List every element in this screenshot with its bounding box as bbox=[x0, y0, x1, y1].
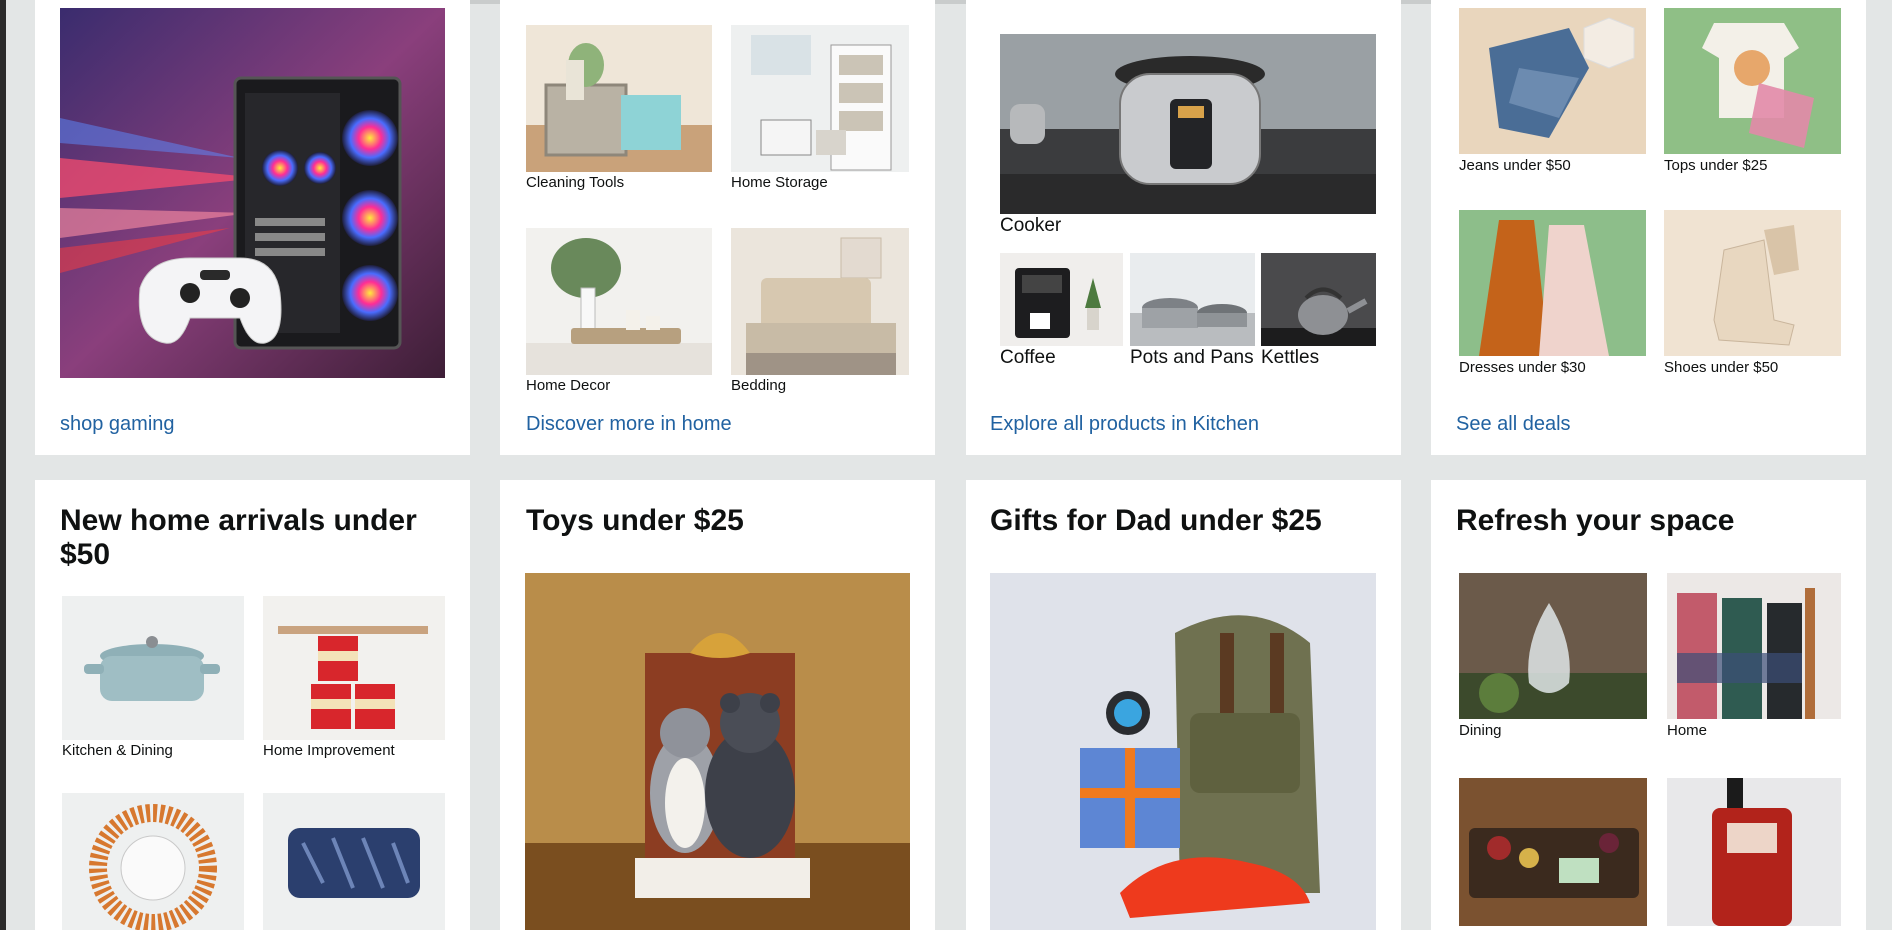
kettles-image[interactable] bbox=[1261, 253, 1376, 346]
home-image[interactable] bbox=[1667, 573, 1841, 719]
see-all-deals-link[interactable]: See all deals bbox=[1456, 413, 1571, 436]
toys-image[interactable] bbox=[525, 573, 910, 930]
dresses-image[interactable] bbox=[1459, 210, 1646, 356]
home-card: Cleaning Tools Home Storage Home Decor B… bbox=[500, 0, 935, 455]
gaming-pc-image[interactable] bbox=[60, 8, 445, 378]
cleaning-tools-label: Cleaning Tools bbox=[526, 174, 625, 191]
discover-home-link[interactable]: Discover more in home bbox=[526, 413, 732, 436]
dining-label: Dining bbox=[1459, 722, 1502, 739]
shoes-label: Shoes under $50 bbox=[1664, 359, 1779, 376]
charcuterie-image[interactable] bbox=[1459, 778, 1647, 926]
window-left-edge bbox=[0, 0, 6, 930]
dad-gifts-image[interactable] bbox=[990, 573, 1376, 930]
bedding-label: Bedding bbox=[731, 377, 787, 394]
dad-gifts-card: Gifts for Dad under $25 bbox=[966, 480, 1401, 930]
tops-image[interactable] bbox=[1664, 8, 1841, 154]
home-decor-image[interactable] bbox=[526, 228, 712, 375]
toys-card: Toys under $25 bbox=[500, 480, 935, 930]
shoes-image[interactable] bbox=[1664, 210, 1841, 356]
pots-pans-image[interactable] bbox=[1130, 253, 1255, 346]
cooker-image[interactable] bbox=[1000, 34, 1376, 214]
dresses-label: Dresses under $30 bbox=[1459, 359, 1586, 376]
refresh-space-card: Refresh your space Dining Home bbox=[1431, 480, 1866, 930]
jeans-label: Jeans under $50 bbox=[1459, 157, 1571, 174]
bedding-image[interactable] bbox=[731, 228, 909, 375]
kitchen-card: Cooker Coffee Pots and Pans Kettles Expl… bbox=[966, 0, 1401, 455]
deals-card: Jeans under $50 Tops under $25 Dresses u… bbox=[1431, 0, 1866, 455]
coffee-image[interactable] bbox=[1000, 253, 1123, 346]
coffee-label: Coffee bbox=[1000, 347, 1056, 368]
explore-kitchen-link[interactable]: Explore all products in Kitchen bbox=[990, 413, 1259, 436]
home-improvement-label: Home Improvement bbox=[263, 742, 395, 759]
pots-pans-label: Pots and Pans bbox=[1130, 347, 1254, 368]
new-home-arrivals-title: New home arrivals under $50 bbox=[60, 504, 417, 571]
gaming-card: shop gaming bbox=[35, 0, 470, 455]
soap-image[interactable] bbox=[1667, 778, 1841, 926]
jeans-image[interactable] bbox=[1459, 8, 1646, 154]
kettles-label: Kettles bbox=[1261, 347, 1320, 368]
tops-label: Tops under $25 bbox=[1664, 157, 1768, 174]
home-label: Home bbox=[1667, 722, 1708, 739]
home-improvement-image[interactable] bbox=[263, 596, 445, 740]
mirror-image[interactable] bbox=[62, 793, 244, 930]
refresh-space-title: Refresh your space bbox=[1456, 504, 1735, 537]
dad-gifts-title: Gifts for Dad under $25 bbox=[990, 504, 1322, 537]
cleaning-tools-image[interactable] bbox=[526, 25, 712, 172]
home-storage-image[interactable] bbox=[731, 25, 909, 172]
shop-gaming-link[interactable]: shop gaming bbox=[60, 413, 175, 436]
home-decor-label: Home Decor bbox=[526, 377, 611, 394]
new-home-arrivals-card: New home arrivals under $50 Kitchen & Di… bbox=[35, 480, 470, 930]
toys-title: Toys under $25 bbox=[526, 504, 744, 537]
dining-image[interactable] bbox=[1459, 573, 1647, 719]
pillow-image[interactable] bbox=[263, 793, 445, 930]
kitchen-dining-label: Kitchen & Dining bbox=[62, 742, 173, 759]
cooker-label: Cooker bbox=[1000, 215, 1062, 236]
kitchen-dining-image[interactable] bbox=[62, 596, 244, 740]
home-storage-label: Home Storage bbox=[731, 174, 828, 191]
